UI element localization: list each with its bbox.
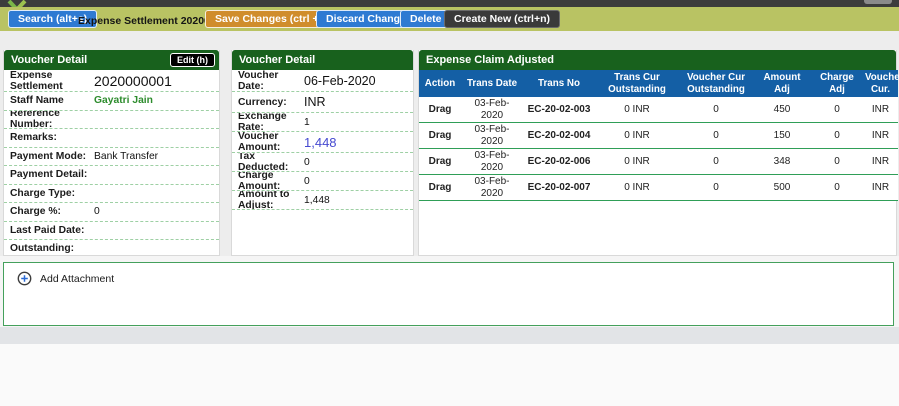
trans-no-link[interactable]: EC-20-02-006	[523, 149, 595, 175]
expense-claim-table: Action Trans Date Trans No Trans Cur Out…	[419, 70, 898, 201]
field-payment-mode: Payment Mode: Bank Transfer	[4, 148, 219, 167]
field-voucher-date: Voucher Date: 06-Feb-2020	[232, 70, 413, 92]
edit-button[interactable]: Edit (h)	[170, 53, 215, 67]
trans-no-link[interactable]: EC-20-02-007	[523, 175, 595, 201]
voucher-detail-mid-panel: Voucher Detail Voucher Date: 06-Feb-2020…	[231, 50, 414, 256]
field-expense-settlement: Expense Settlement 2020000001	[4, 70, 219, 92]
voucher-detail-left-header: Voucher Detail Edit (h)	[4, 50, 219, 70]
field-payment-detail: Payment Detail:	[4, 166, 219, 185]
field-exchange-rate: Exchange Rate: 1	[232, 113, 413, 132]
app-logo-icon	[7, 0, 29, 7]
amount-to-adjust-value: 1,448	[304, 195, 330, 206]
col-voucher-cur-outstanding: Voucher Cur Outstanding	[679, 70, 753, 97]
table-row: Drag 03-Feb-2020 EC-20-02-004 0 INR 0 15…	[419, 123, 898, 149]
panel-title: Voucher Detail	[11, 54, 87, 66]
field-voucher-amount: Voucher Amount: 1,448	[232, 132, 413, 153]
toolbar: Search (alt+s) Expense Settlement 202000…	[0, 7, 899, 31]
voucher-detail-mid-header: Voucher Detail	[232, 50, 413, 70]
panel-title: Voucher Detail	[239, 54, 315, 66]
field-charge-percent: Charge %: 0	[4, 203, 219, 222]
staff-name-value[interactable]: Gayatri Jain	[94, 95, 153, 106]
table-row: Drag 03-Feb-2020 EC-20-02-003 0 INR 0 45…	[419, 97, 898, 123]
field-amount-to-adjust: Amount to Adjust: 1,448	[232, 191, 413, 210]
drag-handle[interactable]: Drag	[419, 149, 461, 175]
field-currency: Currency: INR	[232, 92, 413, 113]
attachment-band: Add Attachment	[0, 256, 899, 327]
bottom-area	[0, 344, 899, 406]
field-tax-deducted: Tax Deducted: 0	[232, 153, 413, 172]
voucher-date-value: 06-Feb-2020	[304, 74, 376, 88]
drag-handle[interactable]: Drag	[419, 97, 461, 123]
expense-claim-panel: Expense Claim Adjusted Action Trans Date…	[418, 50, 897, 256]
add-plus-icon	[17, 271, 32, 286]
add-attachment-label: Add Attachment	[40, 273, 114, 285]
footer-strip	[0, 327, 899, 344]
voucher-detail-left-panel: Voucher Detail Edit (h) Expense Settleme…	[3, 50, 220, 256]
col-voucher-cur: Voucher Cur.	[863, 70, 898, 97]
drag-handle[interactable]: Drag	[419, 175, 461, 201]
table-header-row: Action Trans Date Trans No Trans Cur Out…	[419, 70, 898, 97]
scrollbar-thumb[interactable]	[864, 0, 892, 4]
table-row: Drag 03-Feb-2020 EC-20-02-006 0 INR 0 34…	[419, 149, 898, 175]
col-trans-no: Trans No	[523, 70, 595, 97]
field-charge-amount: Charge Amount: 0	[232, 172, 413, 191]
drag-handle[interactable]: Drag	[419, 123, 461, 149]
field-reference-number: Reference Number:	[4, 111, 219, 130]
col-trans-date: Trans Date	[461, 70, 523, 97]
trans-no-link[interactable]: EC-20-02-004	[523, 123, 595, 149]
trans-no-link[interactable]: EC-20-02-003	[523, 97, 595, 123]
payment-mode-value: Bank Transfer	[94, 151, 158, 162]
col-trans-cur-outstanding: Trans Cur Outstanding	[595, 70, 679, 97]
table-row: Drag 03-Feb-2020 EC-20-02-007 0 INR 0 50…	[419, 175, 898, 201]
col-amount-adj: Amount Adj	[753, 70, 811, 97]
col-charge-adj: Charge Adj	[811, 70, 863, 97]
field-charge-type: Charge Type:	[4, 185, 219, 204]
expense-settlement-value: 2020000001	[94, 73, 172, 89]
voucher-amount-link[interactable]: 1,448	[304, 135, 337, 150]
currency-value: INR	[304, 95, 326, 109]
add-attachment-button[interactable]: Add Attachment	[4, 263, 144, 286]
panel-title: Expense Claim Adjusted	[426, 54, 554, 66]
expense-claim-header: Expense Claim Adjusted	[419, 50, 896, 70]
col-action: Action	[419, 70, 461, 97]
create-new-button[interactable]: Create New (ctrl+n)	[444, 10, 560, 28]
top-strip	[0, 0, 899, 7]
field-remarks: Remarks:	[4, 129, 219, 148]
field-staff-name: Staff Name Gayatri Jain	[4, 92, 219, 111]
field-last-paid-date: Last Paid Date:	[4, 222, 219, 241]
attachment-box: Add Attachment	[3, 262, 894, 326]
